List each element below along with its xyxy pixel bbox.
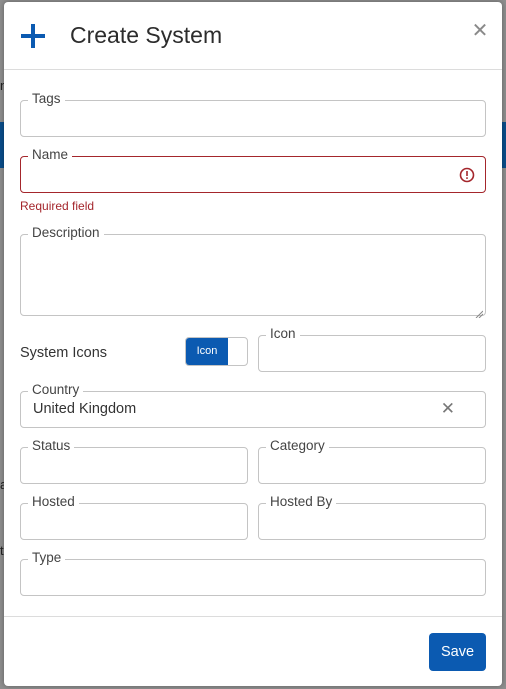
country-value: United Kingdom <box>33 401 137 417</box>
resize-handle-icon[interactable] <box>475 305 484 319</box>
footer-divider <box>4 616 502 617</box>
tags-label: Tags <box>28 90 65 108</box>
status-field[interactable]: Status <box>20 437 248 484</box>
system-icons-toggle[interactable]: Icon <box>185 337 248 366</box>
icon-label: Icon <box>266 325 300 343</box>
country-field[interactable]: Country United Kingdom ✕ <box>20 381 486 428</box>
country-label: Country <box>28 381 84 399</box>
name-label: Name <box>28 146 73 164</box>
icon-field[interactable]: Icon <box>258 325 486 372</box>
description-field[interactable]: Description <box>20 224 486 319</box>
error-icon <box>459 167 475 183</box>
clear-icon[interactable]: ✕ <box>441 400 455 418</box>
toggle-option-icon[interactable]: Icon <box>186 338 228 365</box>
hosted-by-label: Hosted By <box>266 493 337 511</box>
hosted-by-field[interactable]: Hosted By <box>258 493 486 540</box>
close-icon[interactable]: ✕ <box>470 21 490 41</box>
hosted-label: Hosted <box>28 493 79 511</box>
create-system-dialog: Create System ✕ Tags Name Required field… <box>4 2 502 686</box>
type-label: Type <box>28 549 66 567</box>
plus-icon <box>20 23 46 49</box>
hosted-field[interactable]: Hosted <box>20 493 248 540</box>
dialog-header: Create System ✕ <box>4 2 502 70</box>
status-label: Status <box>28 437 75 455</box>
category-field[interactable]: Category <box>258 437 486 484</box>
system-icons-label: System Icons <box>20 345 108 361</box>
category-label: Category <box>266 437 329 455</box>
name-error-text: Required field <box>20 199 95 213</box>
description-label: Description <box>28 224 104 242</box>
type-field[interactable]: Type <box>20 549 486 596</box>
save-button[interactable]: Save <box>429 633 486 671</box>
name-field[interactable]: Name <box>20 146 486 193</box>
tags-field[interactable]: Tags <box>20 90 486 137</box>
dialog-title: Create System <box>70 22 223 48</box>
